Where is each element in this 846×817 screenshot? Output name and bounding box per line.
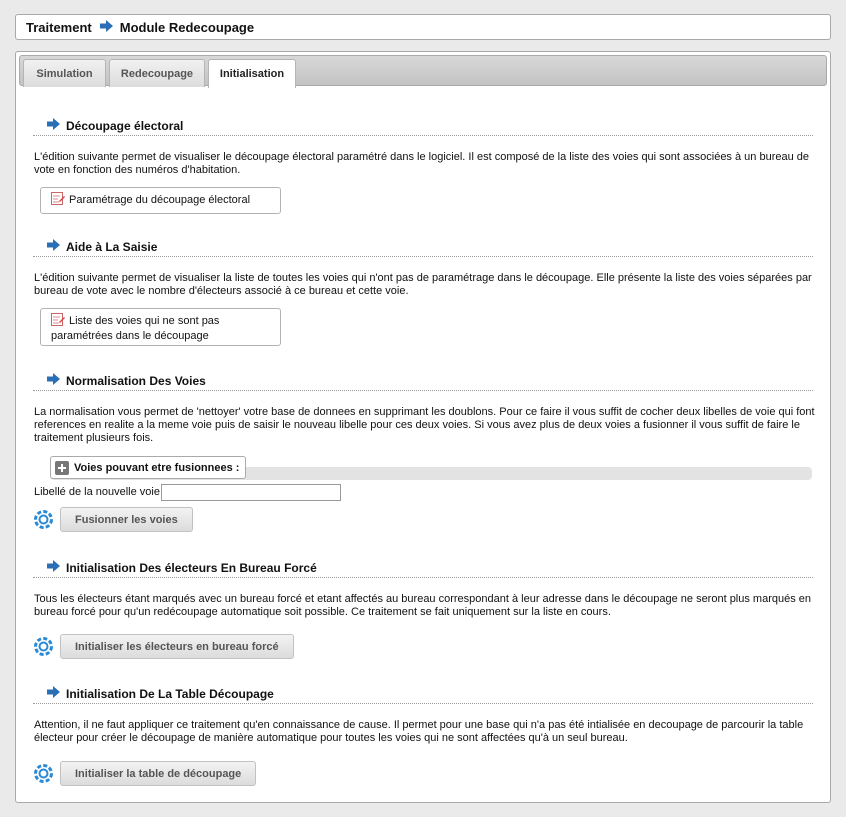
parametrage-decoupage-link[interactable]: Paramétrage du découpage électoral [40, 187, 281, 214]
arrow-right-icon [47, 118, 60, 133]
fusionner-voies-button[interactable]: Fusionner les voies [60, 507, 193, 532]
table-action-row: Initialiser la table de découpage [34, 761, 257, 786]
section-title-text: Découpage électoral [66, 118, 184, 133]
link-label: Paramétrage du découpage électoral [69, 194, 251, 206]
section-title-table: Initialisation De La Table Découpage [33, 684, 813, 704]
section-title-text: Initialisation Des électeurs En Bureau F… [66, 560, 317, 575]
tab-content: Découpage électoral L'édition suivante p… [16, 86, 830, 802]
section-title-bureau-force: Initialisation Des électeurs En Bureau F… [33, 558, 813, 578]
section-description: Attention, il ne faut appliquer ce trait… [34, 719, 804, 744]
section-title-aide: Aide à La Saisie [33, 237, 813, 257]
bureau-force-action-row: Initialiser les électeurs en bureau forc… [34, 634, 294, 659]
link-label: Liste des voies qui ne sont pas paramétr… [51, 315, 220, 342]
section-description: L'édition suivante permet de visualiser … [34, 272, 812, 297]
arrow-right-icon [47, 560, 60, 575]
refresh-gear-icon [34, 637, 53, 656]
tab-simulation[interactable]: Simulation [23, 59, 106, 87]
nouvelle-voie-label: Libellé de la nouvelle voie [34, 486, 160, 498]
edit-document-icon [51, 313, 65, 330]
fusion-action-row: Fusionner les voies [34, 507, 193, 532]
arrow-right-icon [99, 19, 113, 35]
section-title-text: Normalisation Des Voies [66, 373, 206, 388]
tab-bar: Simulation Redecoupage Initialisation [19, 55, 827, 88]
section-title-text: Initialisation De La Table Découpage [66, 686, 274, 701]
tab-redecoupage[interactable]: Redecoupage [109, 59, 205, 87]
voies-non-parametrees-link[interactable]: Liste des voies qui ne sont pas paramétr… [40, 308, 281, 346]
voies-fusion-fieldset-toggle[interactable]: Voies pouvant etre fusionnees : [50, 456, 247, 479]
edit-document-icon [51, 192, 65, 209]
breadcrumb: Traitement Module Redecoupage [15, 14, 831, 40]
arrow-right-icon [47, 686, 60, 701]
nouvelle-voie-input[interactable] [161, 484, 341, 501]
section-title-normalisation: Normalisation Des Voies [33, 371, 813, 391]
section-description: Tous les électeurs étant marqués avec un… [34, 593, 812, 618]
tab-initialisation[interactable]: Initialisation [208, 59, 296, 88]
arrow-right-icon [47, 239, 60, 254]
section-description: La normalisation vous permet de 'nettoye… [34, 406, 815, 444]
section-title-text: Aide à La Saisie [66, 239, 158, 254]
arrow-right-icon [47, 373, 60, 388]
refresh-gear-icon [34, 764, 53, 783]
breadcrumb-root[interactable]: Traitement [26, 20, 92, 35]
initialiser-bureau-force-button[interactable]: Initialiser les électeurs en bureau forc… [60, 634, 294, 659]
section-description: L'édition suivante permet de visualiser … [34, 151, 810, 176]
section-title-decoupage: Découpage électoral [33, 116, 813, 136]
expand-plus-icon [55, 460, 69, 475]
fieldset-legend-text: Voies pouvant etre fusionnees : [74, 461, 240, 474]
refresh-gear-icon [34, 510, 53, 529]
main-panel: Simulation Redecoupage Initialisation Dé… [15, 51, 831, 803]
breadcrumb-current: Module Redecoupage [119, 19, 255, 35]
initialiser-table-button[interactable]: Initialiser la table de découpage [60, 761, 257, 786]
